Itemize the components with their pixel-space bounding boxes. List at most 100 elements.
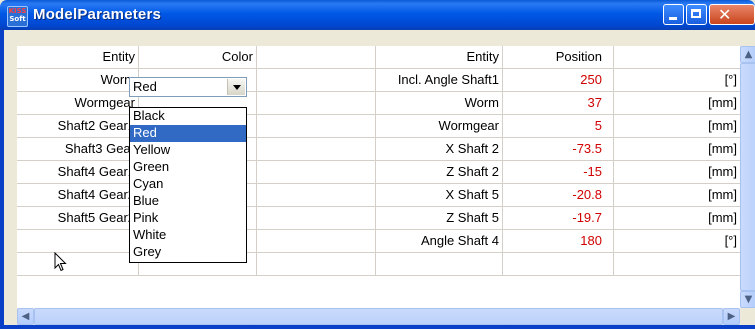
- param-cell[interactable]: Z Shaft 2: [376, 161, 503, 183]
- value-cell[interactable]: [503, 253, 614, 275]
- horizontal-scrollbar[interactable]: ◀ ▶: [17, 308, 740, 325]
- param-cell[interactable]: Worm: [376, 92, 503, 114]
- client-area: Entity Color Entity Position Worm Incl. …: [4, 30, 755, 325]
- maximize-button[interactable]: [686, 4, 707, 25]
- dropdown-option[interactable]: Blue: [130, 193, 246, 210]
- param-cell[interactable]: Z Shaft 5: [376, 207, 503, 229]
- value-cell[interactable]: -19.7: [503, 207, 614, 229]
- dropdown-option[interactable]: Yellow: [130, 142, 246, 159]
- scroll-right-button[interactable]: ▶: [723, 308, 740, 325]
- header-row: Entity Color Entity Position: [17, 46, 740, 69]
- entity-cell[interactable]: Shaft4 Gear2: [17, 184, 139, 206]
- vertical-scroll-thumb[interactable]: [740, 63, 755, 291]
- unit-cell: [°]: [724, 233, 737, 248]
- chevron-left-icon: ◀: [21, 311, 30, 322]
- empty-cell: [257, 253, 376, 275]
- value-cell[interactable]: 250: [503, 69, 614, 91]
- kiss-app-icon: KISS Soft: [7, 6, 28, 27]
- dropdown-option[interactable]: Grey: [130, 244, 246, 261]
- table-row: Shaft3 Gear X Shaft 2 -73.5 [mm]: [17, 138, 740, 161]
- empty-cell: [257, 138, 376, 160]
- value-cell[interactable]: 5: [503, 115, 614, 137]
- vertical-scrollbar[interactable]: ▲ ▼: [740, 46, 755, 308]
- entity-cell[interactable]: Worm: [17, 69, 139, 91]
- param-cell[interactable]: Angle Shaft 4: [376, 230, 503, 252]
- window-title: ModelParameters: [33, 6, 162, 23]
- table-row: Wormgear Worm 37 [mm]: [17, 92, 740, 115]
- table-row: Shaft5 Gear2 Z Shaft 5 -19.7 [mm]: [17, 207, 740, 230]
- column-header-empty: [257, 46, 376, 68]
- unit-cell: [mm]: [708, 141, 737, 156]
- horizontal-scroll-thumb[interactable]: [34, 308, 723, 325]
- unit-cell: [mm]: [708, 164, 737, 179]
- entity-cell[interactable]: Shaft5 Gear2: [17, 207, 139, 229]
- value-cell[interactable]: -20.8: [503, 184, 614, 206]
- param-cell[interactable]: Incl. Angle Shaft1: [376, 69, 503, 91]
- color-combobox-value: Red: [133, 79, 157, 94]
- empty-cell: [257, 92, 376, 114]
- dropdown-option-selected[interactable]: Red: [130, 125, 246, 142]
- empty-cell: [257, 69, 376, 91]
- column-header-unit: [614, 46, 740, 68]
- empty-cell: [257, 115, 376, 137]
- entity-cell[interactable]: Shaft3 Gear: [17, 138, 139, 160]
- entity-cell[interactable]: [17, 230, 139, 252]
- empty-cell: [257, 161, 376, 183]
- chevron-down-icon: ▼: [744, 294, 753, 305]
- value-cell[interactable]: -73.5: [503, 138, 614, 160]
- entity-cell[interactable]: [17, 253, 139, 275]
- column-header-entity[interactable]: Entity: [17, 46, 139, 68]
- model-parameters-window: KISS Soft ModelParameters ✕ Entity Color…: [0, 0, 755, 329]
- dropdown-option[interactable]: Black: [130, 108, 246, 125]
- table-row: Shaft4 Gear2 X Shaft 5 -20.8 [mm]: [17, 184, 740, 207]
- value-cell[interactable]: 180: [503, 230, 614, 252]
- dropdown-option[interactable]: Cyan: [130, 176, 246, 193]
- parameter-grid: Entity Color Entity Position Worm Incl. …: [17, 46, 740, 308]
- title-bar[interactable]: KISS Soft ModelParameters ✕: [0, 0, 755, 30]
- entity-cell[interactable]: Shaft4 Gear1: [17, 161, 139, 183]
- minimize-icon: [669, 17, 677, 20]
- entity-cell[interactable]: Wormgear: [17, 92, 139, 114]
- dropdown-option[interactable]: White: [130, 227, 246, 244]
- empty-cell: [257, 230, 376, 252]
- param-cell[interactable]: [376, 253, 503, 275]
- scroll-up-button[interactable]: ▲: [740, 46, 755, 63]
- param-cell[interactable]: X Shaft 5: [376, 184, 503, 206]
- param-cell[interactable]: Wormgear: [376, 115, 503, 137]
- close-icon: ✕: [718, 5, 732, 24]
- dropdown-option[interactable]: Green: [130, 159, 246, 176]
- scroll-down-button[interactable]: ▼: [740, 291, 755, 308]
- unit-cell: [mm]: [708, 95, 737, 110]
- table-row: Shaft2 Gear1 Wormgear 5 [mm]: [17, 115, 740, 138]
- color-combobox[interactable]: Red: [129, 77, 247, 97]
- chevron-right-icon: ▶: [727, 311, 736, 322]
- window-frame: Entity Color Entity Position Worm Incl. …: [0, 30, 755, 329]
- value-cell[interactable]: 37: [503, 92, 614, 114]
- unit-cell: [mm]: [708, 187, 737, 202]
- table-row: [17, 253, 740, 276]
- dropdown-option[interactable]: Pink: [130, 210, 246, 227]
- scrollbar-corner: [740, 308, 755, 325]
- table-row: Angle Shaft 4 180 [°]: [17, 230, 740, 253]
- entity-cell[interactable]: Shaft2 Gear1: [17, 115, 139, 137]
- maximize-icon: [691, 9, 701, 18]
- column-header-color[interactable]: Color: [139, 46, 257, 68]
- empty-cell: [257, 207, 376, 229]
- mouse-pointer-icon: [54, 252, 67, 272]
- chevron-down-icon[interactable]: [227, 79, 245, 95]
- column-header-position[interactable]: Position: [503, 46, 614, 68]
- minimize-button[interactable]: [663, 4, 684, 25]
- unit-cell: [614, 253, 740, 275]
- chevron-up-icon: ▲: [744, 49, 753, 60]
- scroll-left-button[interactable]: ◀: [17, 308, 34, 325]
- column-header-entity-right[interactable]: Entity: [376, 46, 503, 68]
- unit-cell: [mm]: [708, 210, 737, 225]
- table-row: Shaft4 Gear1 Z Shaft 2 -15 [mm]: [17, 161, 740, 184]
- unit-cell: [mm]: [708, 118, 737, 133]
- unit-cell: [°]: [724, 72, 737, 87]
- value-cell[interactable]: -15: [503, 161, 614, 183]
- param-cell[interactable]: X Shaft 2: [376, 138, 503, 160]
- table-row: Worm Incl. Angle Shaft1 250 [°]: [17, 69, 740, 92]
- color-dropdown-list: Black Red Yellow Green Cyan Blue Pink Wh…: [129, 107, 247, 263]
- close-button[interactable]: ✕: [709, 4, 755, 25]
